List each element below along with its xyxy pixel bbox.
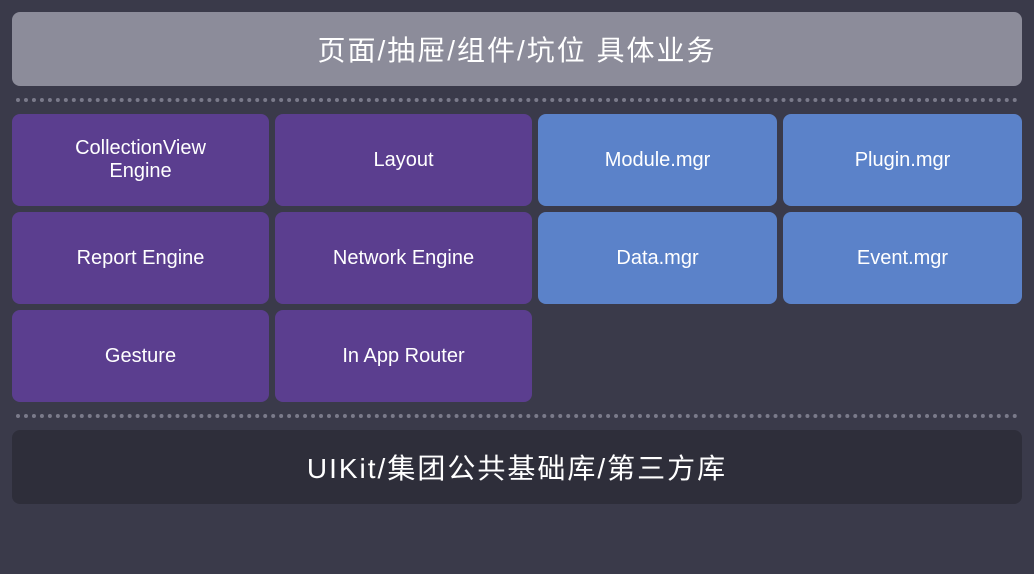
bottom-bar: UIKit/集团公共基础库/第三方库 [12, 430, 1022, 504]
right-row-2: Data.mgr Event.mgr [538, 212, 1022, 304]
top-bar-label: 页面/抽屉/组件/坑位 具体业务 [317, 29, 716, 69]
cell-report-engine: Report Engine [12, 212, 269, 304]
cell-in-app-router: In App Router [275, 310, 532, 402]
right-row-3-empty [538, 310, 1022, 402]
right-row-1: Module.mgr Plugin.mgr [538, 114, 1022, 206]
dot-separator-bottom [12, 402, 1022, 430]
top-bar: 页面/抽屉/组件/坑位 具体业务 [12, 12, 1022, 86]
left-row-1: CollectionView Engine Layout [12, 114, 532, 206]
cell-empty-1 [538, 310, 777, 402]
left-grid: CollectionView Engine Layout Report Engi… [12, 114, 532, 402]
left-row-2: Report Engine Network Engine [12, 212, 532, 304]
cell-empty-2 [783, 310, 1022, 402]
right-grid: Module.mgr Plugin.mgr Data.mgr Event.mgr [538, 114, 1022, 402]
cell-layout: Layout [275, 114, 532, 206]
cell-module-mgr: Module.mgr [538, 114, 777, 206]
left-row-3: Gesture In App Router [12, 310, 532, 402]
main-grid: CollectionView Engine Layout Report Engi… [12, 114, 1022, 402]
dot-separator-top [12, 86, 1022, 114]
cell-collection-view-engine: CollectionView Engine [12, 114, 269, 206]
cell-event-mgr: Event.mgr [783, 212, 1022, 304]
cell-plugin-mgr: Plugin.mgr [783, 114, 1022, 206]
diagram-wrapper: 页面/抽屉/组件/坑位 具体业务 CollectionView Engine L… [0, 0, 1034, 574]
bottom-bar-label: UIKit/集团公共基础库/第三方库 [307, 447, 727, 487]
dot-line-top [16, 98, 1018, 102]
cell-gesture: Gesture [12, 310, 269, 402]
cell-data-mgr: Data.mgr [538, 212, 777, 304]
cell-network-engine: Network Engine [275, 212, 532, 304]
dot-line-bottom [16, 414, 1018, 418]
